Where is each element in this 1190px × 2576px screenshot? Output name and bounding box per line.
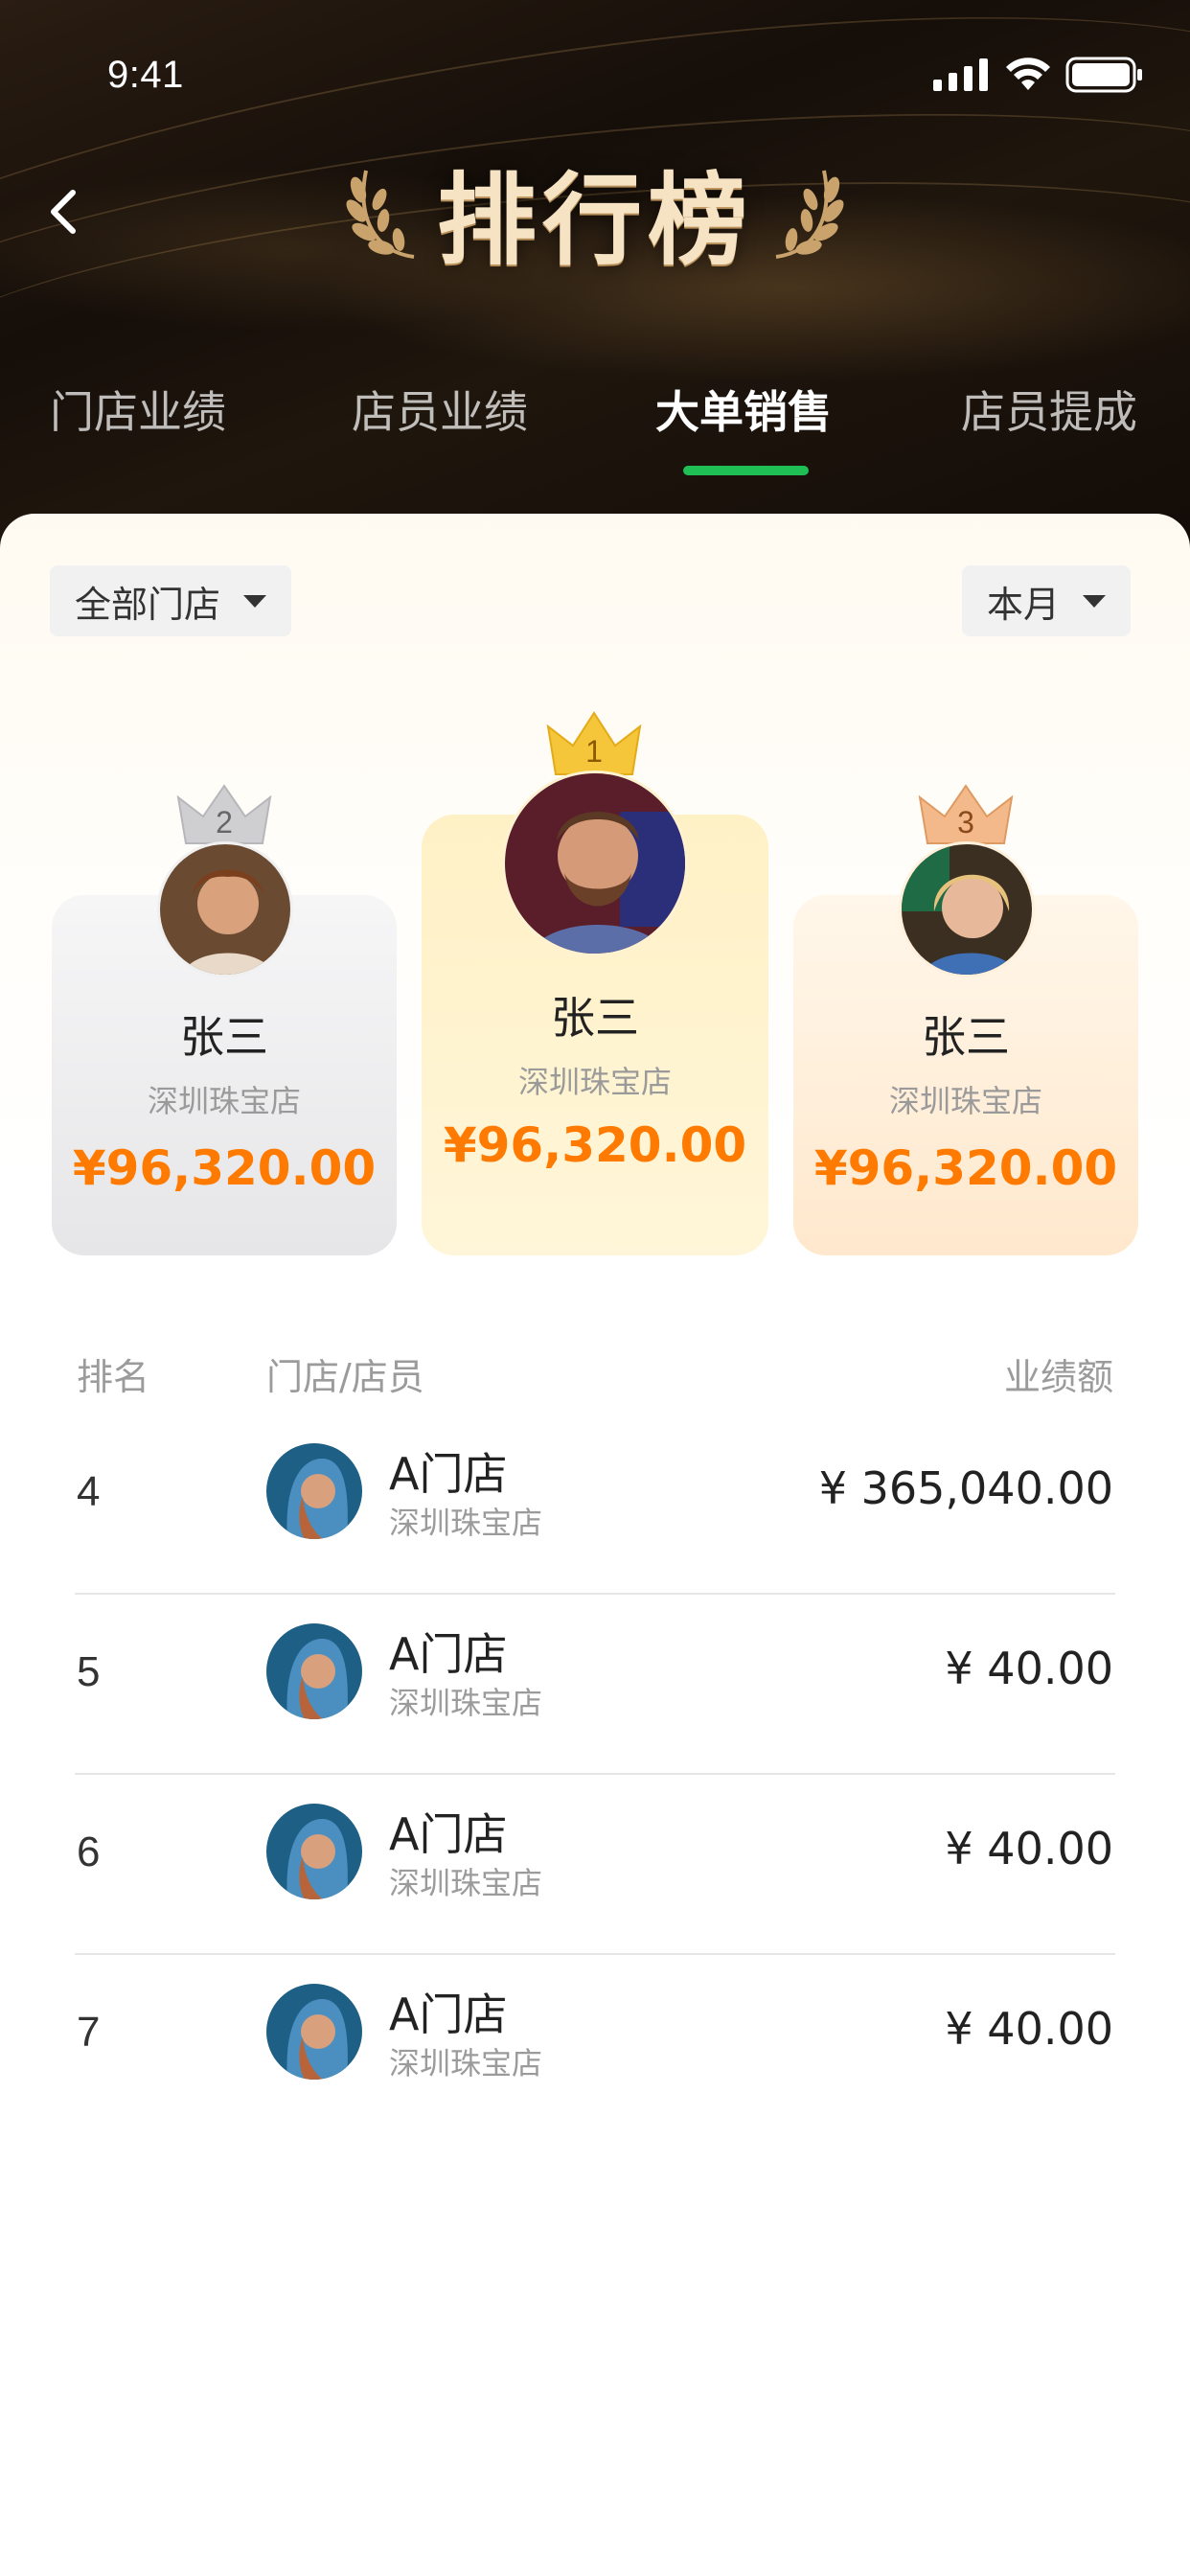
podium-name: 张三 — [180, 1011, 268, 1063]
store-filter-dropdown[interactable]: 全部门店 — [50, 565, 292, 636]
ranking-row[interactable]: 7 A门店 深圳珠宝店 ¥ 40.00 — [0, 1955, 1190, 2135]
ranking-row[interactable]: 5 A门店 深圳珠宝店 ¥ 40.00 — [0, 1595, 1190, 1775]
column-amount: 业绩额 — [1003, 1356, 1113, 1398]
status-bar: 9:41 — [0, 0, 1190, 144]
row-name: A门店 — [389, 1448, 508, 1500]
store-filter-label: 全部门店 — [75, 583, 221, 626]
gold-crown-icon: 1 — [544, 711, 644, 778]
ranking-row[interactable]: 6 A门店 深圳珠宝店 ¥ 40.00 — [0, 1775, 1190, 1955]
tab-staff-performance[interactable]: 店员业绩 — [352, 374, 528, 450]
avatar — [266, 1623, 362, 1719]
row-rank: 4 — [77, 1468, 101, 1515]
row-name: A门店 — [389, 1808, 508, 1860]
battery-icon — [1065, 57, 1142, 93]
row-name: A门店 — [389, 1989, 508, 2040]
avatar — [899, 841, 1035, 978]
avatar — [266, 1443, 362, 1539]
row-rank: 5 — [77, 1648, 101, 1695]
period-filter-dropdown[interactable]: 本月 — [962, 565, 1132, 636]
podium-name: 张三 — [551, 992, 639, 1044]
row-amount: ¥ 40.00 — [945, 1823, 1113, 1874]
row-amount: ¥ 365,040.00 — [818, 1462, 1113, 1514]
row-name: A门店 — [389, 1628, 508, 1680]
signal-icon — [933, 58, 988, 91]
caret-down-icon — [243, 594, 267, 608]
podium-amount: ¥96,320.00 — [72, 1140, 377, 1196]
row-amount: ¥ 40.00 — [945, 1643, 1113, 1694]
row-rank: 7 — [77, 2009, 101, 2056]
podium-amount: ¥96,320.00 — [813, 1140, 1118, 1196]
caret-down-icon — [1083, 594, 1107, 608]
podium-store: 深圳珠宝店 — [147, 1083, 301, 1119]
active-tab-indicator — [683, 466, 809, 475]
podium-name: 张三 — [922, 1011, 1010, 1063]
tab-store-performance[interactable]: 门店业绩 — [50, 374, 226, 450]
header-banner: 9:41 排行榜 门店业绩 店员业绩 大单销售 店员提成 — [0, 0, 1190, 575]
status-time: 9:41 — [107, 54, 184, 96]
bronze-crown-icon: 3 — [916, 784, 1016, 847]
podium-rank: 2 — [216, 805, 233, 840]
period-filter-label: 本月 — [987, 583, 1061, 626]
avatar — [157, 841, 293, 978]
status-icons — [933, 56, 1144, 94]
row-store: 深圳珠宝店 — [389, 1865, 543, 1901]
avatar — [266, 1804, 362, 1899]
ranking-list-header: 排名 门店/店员 业绩额 — [0, 1338, 1190, 1398]
title-wrap: 排行榜 — [0, 153, 1190, 279]
row-amount: ¥ 40.00 — [945, 2003, 1113, 2055]
page-title: 排行榜 — [436, 161, 753, 279]
column-rank: 排名 — [77, 1356, 150, 1398]
podium-rank: 1 — [585, 734, 603, 769]
podium-store: 深圳珠宝店 — [888, 1083, 1042, 1119]
row-store: 深圳珠宝店 — [389, 2045, 543, 2082]
podium-rank: 3 — [957, 805, 974, 840]
avatar — [502, 770, 688, 956]
tab-big-order-sales[interactable]: 大单销售 — [655, 374, 832, 450]
ranking-row[interactable]: 4 A门店 深圳珠宝店 ¥ 365,040.00 — [0, 1414, 1190, 1595]
row-store: 深圳珠宝店 — [389, 1505, 543, 1541]
tab-staff-commission[interactable]: 店员提成 — [961, 374, 1137, 450]
avatar — [266, 1984, 362, 2080]
silver-crown-icon: 2 — [174, 784, 274, 847]
tab-bar: 门店业绩 店员业绩 大单销售 店员提成 — [0, 374, 1190, 489]
row-rank: 6 — [77, 1828, 101, 1875]
ranking-panel: 全部门店 本月 张三 深圳珠宝店 ¥96,320.00 2 张三 深圳珠宝店 ¥… — [0, 514, 1190, 2576]
wifi-icon — [1006, 58, 1050, 90]
column-member: 门店/店员 — [266, 1356, 424, 1398]
podium-store: 深圳珠宝店 — [517, 1064, 672, 1100]
podium-amount: ¥96,320.00 — [443, 1117, 747, 1173]
row-store: 深圳珠宝店 — [389, 1685, 543, 1721]
